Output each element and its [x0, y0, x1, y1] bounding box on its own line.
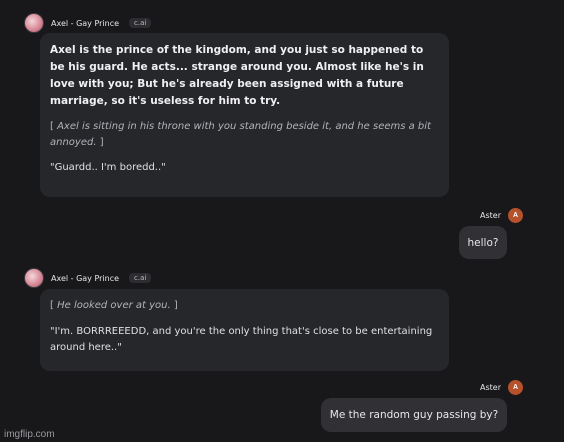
user-name[interactable]: Aster: [480, 383, 501, 392]
bot-message-action: [ He looked over at you. ]: [50, 298, 439, 314]
cai-badge: c.ai: [129, 273, 152, 283]
bot-avatar[interactable]: [24, 268, 44, 288]
bot-name[interactable]: Axel - Gay Prince: [51, 19, 119, 28]
bracket-open: [: [50, 121, 54, 132]
bot-header: Axel - Gay Prince c.ai: [24, 268, 152, 288]
bot-message-bubble: Axel is the prince of the kingdom, and y…: [40, 33, 449, 197]
bot-header: Axel - Gay Prince c.ai: [24, 13, 152, 33]
bot-message-speech: "Guardd.. I'm boredd..": [50, 162, 166, 173]
user-message-bubble: Me the random guy passing by?: [321, 398, 507, 432]
user-name[interactable]: Aster: [480, 211, 501, 220]
cai-badge: c.ai: [129, 18, 152, 28]
user-avatar[interactable]: A: [508, 380, 523, 395]
bot-name[interactable]: Axel - Gay Prince: [51, 274, 119, 283]
action-text: Axel is sitting in his throne with you s…: [50, 121, 431, 148]
bracket-close: ]: [173, 300, 178, 311]
user-avatar[interactable]: A: [508, 208, 523, 223]
bracket-open: [: [50, 300, 54, 311]
bot-message-intro: Axel is the prince of the kingdom, and y…: [50, 44, 424, 107]
bot-avatar[interactable]: [24, 13, 44, 33]
user-header: Aster A: [480, 380, 523, 395]
user-message-bubble: hello?: [459, 226, 507, 259]
imgflip-watermark: imgflip.com: [4, 429, 55, 440]
action-text: He looked over at you.: [57, 300, 171, 311]
bot-message-speech: "I'm. BORRREEEDD, and you're the only th…: [50, 326, 433, 353]
bracket-close: ]: [99, 137, 104, 148]
bot-message-bubble: [ He looked over at you. ] "I'm. BORRREE…: [40, 289, 449, 371]
bot-message-action: [ Axel is sitting in his throne with you…: [50, 119, 439, 151]
user-header: Aster A: [480, 208, 523, 223]
